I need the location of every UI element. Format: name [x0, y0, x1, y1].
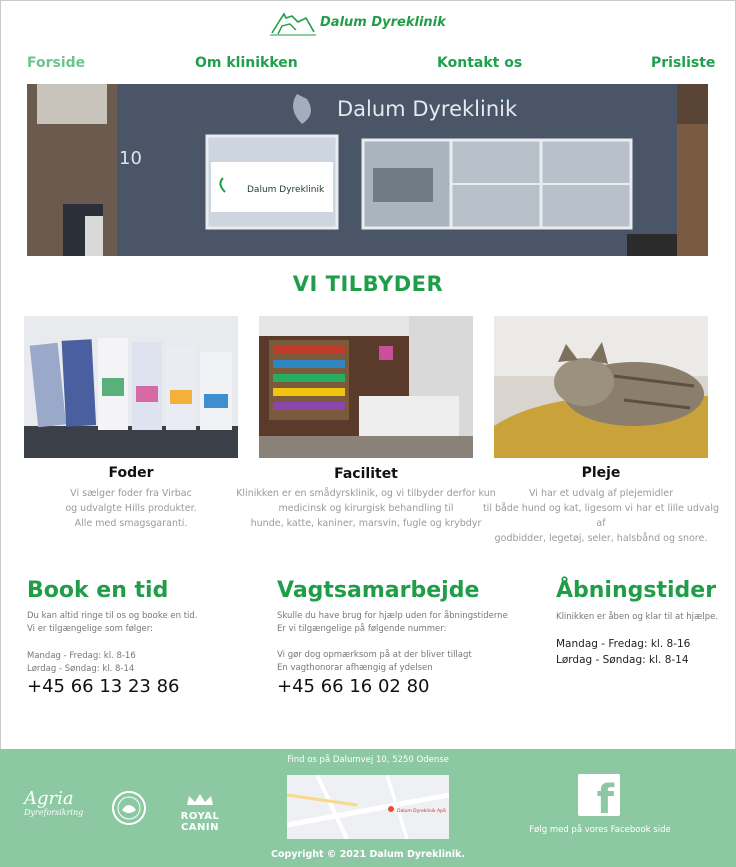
vagt-phone[interactable]: +45 66 16 02 80: [277, 676, 430, 697]
card-text-facilitet: Klinikken er en smådyrsklinik, og vi til…: [236, 488, 496, 529]
opening-title: Åbningstider: [556, 578, 717, 603]
footer-address: Find os på Dalumvej 10, 5250 Odense: [287, 755, 449, 765]
food-products-image: [24, 316, 238, 458]
window-sign-text: Dalum Dyreklinik: [247, 185, 325, 195]
map-label: Dalum Dyreklinik ApS: [397, 808, 446, 814]
facebook-text[interactable]: Følg med på vores Facebook side: [520, 825, 680, 835]
booking-intro: Du kan altid ringe til os og booke en ti…: [27, 611, 198, 634]
offers-title: VI TILBYDER: [292, 272, 444, 296]
opening-line: Klinikken er åben og klar til at hjælpe.: [556, 612, 719, 622]
card-title-facilitet: Facilitet: [334, 466, 398, 482]
crown-icon: [187, 794, 213, 805]
map-pin-icon: [388, 806, 394, 812]
nav-kontakt-os[interactable]: Kontakt os: [437, 55, 522, 71]
booking-phone[interactable]: +45 66 13 23 86: [27, 676, 180, 697]
facility-image: [259, 316, 473, 458]
card-title-foder: Foder: [108, 465, 154, 481]
booking-hours: Mandag - Fredag: kl. 8-16 Lørdag - Sønda…: [27, 651, 136, 674]
vagt-title: Vagtsamarbejde: [277, 578, 480, 603]
logo-text: Dalum Dyreklinik: [320, 14, 446, 30]
royal-canin-logo[interactable]: ROYAL CANIN: [160, 792, 240, 833]
nav-om-klinikken[interactable]: Om klinikken: [195, 55, 298, 71]
vagt-intro: Skulle du have brug for hjælp uden for å…: [277, 611, 508, 634]
site-logo[interactable]: Dalum Dyreklinik: [270, 6, 470, 38]
logo-animals-icon: [270, 12, 316, 36]
booking-title: Book en tid: [27, 578, 169, 603]
hero-image: Dalum Dyreklinik 10 Dalum Dyreklinik: [27, 84, 708, 256]
house-number: 10: [119, 148, 142, 169]
agria-logo[interactable]: Agria Dyreforsikring: [24, 790, 98, 826]
card-text-pleje: Vi har et udvalg af plejemidler til både…: [482, 488, 720, 544]
association-badge-icon[interactable]: [111, 790, 147, 826]
vagt-notes: Vi gør dog opmærksom på at der bliver ti…: [277, 650, 472, 673]
location-map[interactable]: Dalum Dyreklinik ApS: [287, 775, 449, 839]
nav-prisliste[interactable]: Prisliste: [651, 55, 715, 71]
hero-sign-text: Dalum Dyreklinik: [337, 97, 518, 121]
card-title-pleje: Pleje: [581, 465, 621, 481]
nav-forside[interactable]: Forside: [27, 55, 85, 71]
opening-hours: Mandag - Fredag: kl. 8-16 Lørdag - Sønda…: [556, 638, 691, 666]
sleeping-cat-image: [494, 316, 708, 458]
card-text-foder: Vi sælger foder fra Virbac og udvalgte H…: [65, 488, 197, 529]
copyright: Copyright © 2021 Dalum Dyreklinik.: [271, 849, 465, 860]
facebook-icon[interactable]: f: [578, 774, 620, 820]
